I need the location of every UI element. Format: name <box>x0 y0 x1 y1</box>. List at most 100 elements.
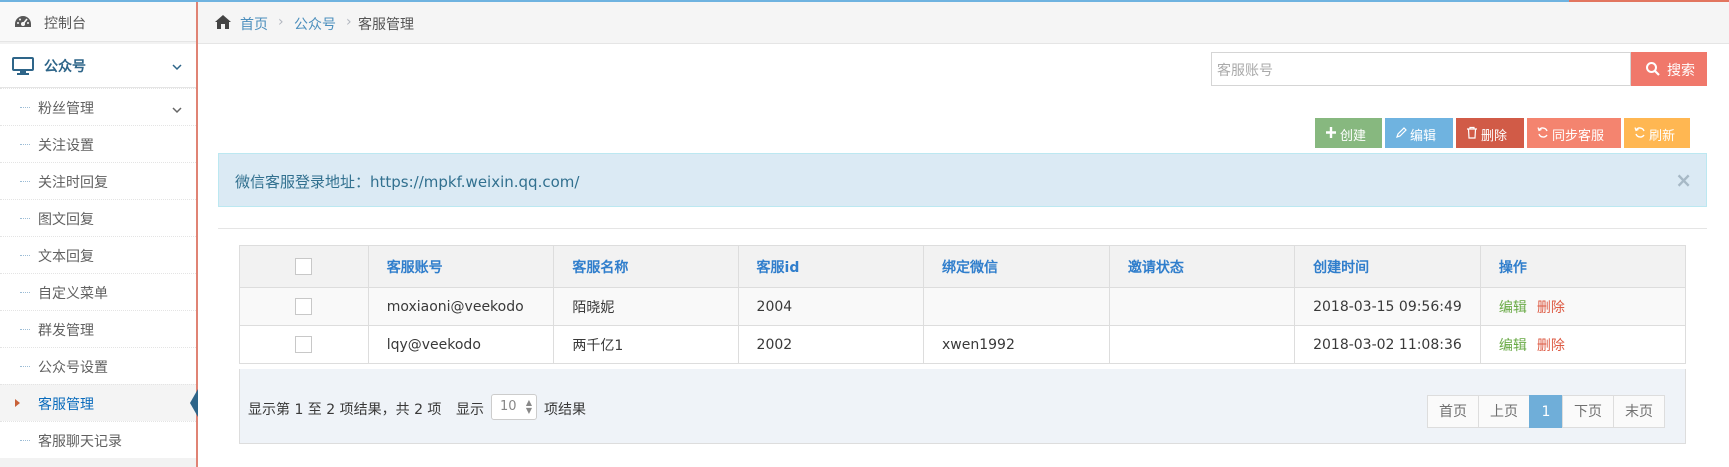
sidebar-subitem-label: 关注时回复 <box>38 175 108 191</box>
sidebar-subitem-custom-menu[interactable]: 自定义菜单 <box>0 273 196 310</box>
sidebar-subitem-label: 客服管理 <box>38 397 94 413</box>
sync-button[interactable]: 同步客服 <box>1527 118 1621 148</box>
tree-dash <box>20 107 30 108</box>
page-size-label: 显示 <box>456 402 484 418</box>
cell-invite-status <box>1108 287 1296 326</box>
sidebar-subitem-chat-records[interactable]: 客服聊天记录 <box>0 421 196 458</box>
sidebar-subitem-news-reply[interactable]: 图文回复 <box>0 199 196 236</box>
sidebar-subitem-account-settings[interactable]: 公众号设置 <box>0 347 196 384</box>
select-all-checkbox[interactable] <box>295 258 313 275</box>
row-select-cell <box>239 287 369 326</box>
cell-id: 2004 <box>737 287 925 326</box>
column-header-invite-status[interactable]: 邀请状态 <box>1108 245 1296 288</box>
tree-dash <box>20 329 30 330</box>
page-last[interactable]: 末页 <box>1613 395 1665 428</box>
page-current[interactable]: 1 <box>1529 395 1563 428</box>
info-alert: 微信客服登录地址：https://mpkf.weixin.qq.com/ × <box>218 153 1707 207</box>
search-button-label: 搜索 <box>1667 63 1695 79</box>
cell-name: 两千亿1 <box>553 325 739 364</box>
sidebar-item-official-account[interactable]: 公众号 <box>0 44 196 88</box>
chevron-down-icon <box>172 60 182 71</box>
search-icon <box>1645 61 1661 77</box>
sidebar-item-label: 控制台 <box>44 16 86 32</box>
breadcrumb-separator: › <box>346 14 352 30</box>
column-header-account[interactable]: 客服账号 <box>367 245 555 288</box>
page-size-select[interactable]: 10 ▲ ▼ <box>491 394 537 420</box>
row-checkbox[interactable] <box>295 298 313 315</box>
sidebar-subitem-label: 图文回复 <box>38 212 94 228</box>
row-delete-link[interactable]: 删除 <box>1537 338 1565 354</box>
tree-dash <box>20 292 30 293</box>
active-caret-icon <box>15 399 20 407</box>
row-delete-link[interactable]: 删除 <box>1537 300 1565 316</box>
delete-button-label: 删除 <box>1481 129 1508 144</box>
sidebar-subitem-label: 公众号设置 <box>38 360 108 376</box>
close-icon[interactable]: × <box>1675 168 1692 192</box>
sidebar-subitem-text-reply[interactable]: 文本回复 <box>0 236 196 273</box>
edit-button[interactable]: 编辑 <box>1385 118 1453 148</box>
create-button-label: 创建 <box>1340 129 1367 144</box>
alert-text: 微信客服登录地址：https://mpkf.weixin.qq.com/ <box>235 173 580 191</box>
row-checkbox[interactable] <box>295 336 313 353</box>
page-next[interactable]: 下页 <box>1562 395 1614 428</box>
breadcrumb-current: 客服管理 <box>358 17 414 33</box>
select-arrows-icon: ▲ ▼ <box>525 398 532 415</box>
sidebar-subitem-mass-send[interactable]: 群发管理 <box>0 310 196 347</box>
cell-account: lqy@veekodo <box>367 325 555 364</box>
trash-icon <box>1466 126 1478 139</box>
cell-created: 2018-03-02 11:08:36 <box>1294 325 1481 364</box>
results-label: 项结果 <box>544 402 586 418</box>
tree-dash <box>20 144 30 145</box>
cell-id: 2002 <box>737 325 925 364</box>
row-edit-link[interactable]: 编辑 <box>1499 300 1527 316</box>
sidebar-subitem-customer-service[interactable]: 客服管理 <box>0 384 198 421</box>
sidebar-subitem-follow-settings[interactable]: 关注设置 <box>0 125 196 162</box>
sidebar-subitem-follow-reply[interactable]: 关注时回复 <box>0 162 196 199</box>
edit-button-label: 编辑 <box>1410 129 1437 144</box>
dashboard-icon <box>14 14 32 30</box>
cell-invite-status <box>1108 325 1296 364</box>
tree-dash <box>20 218 30 219</box>
row-select-cell <box>239 325 369 364</box>
search-input[interactable]: 客服账号 <box>1211 52 1631 86</box>
column-header-name[interactable]: 客服名称 <box>553 245 739 288</box>
table-row: lqy@veekodo 两千亿1 2002 xwen1992 2018-03-0… <box>239 325 1687 364</box>
sidebar-subitem-label: 群发管理 <box>38 323 94 339</box>
sidebar-subitem-label: 客服聊天记录 <box>38 434 122 450</box>
page-first[interactable]: 首页 <box>1427 395 1479 428</box>
pencil-icon <box>1395 126 1407 139</box>
sync-icon <box>1537 126 1549 139</box>
row-edit-link[interactable]: 编辑 <box>1499 338 1527 354</box>
chevron-down-icon <box>172 103 182 114</box>
cell-actions: 编辑 删除 <box>1479 325 1687 364</box>
create-button[interactable]: 创建 <box>1315 118 1382 148</box>
breadcrumb-home-link[interactable]: 首页 <box>240 14 268 34</box>
divider <box>218 228 1707 229</box>
sidebar-subitem-fans[interactable]: 粉丝管理 <box>0 88 196 125</box>
column-header-wechat[interactable]: 绑定微信 <box>923 245 1110 288</box>
refresh-button[interactable]: 刷新 <box>1624 118 1690 148</box>
page-prev[interactable]: 上页 <box>1478 395 1530 428</box>
cell-wechat: xwen1992 <box>923 325 1110 364</box>
table-header-row: 客服账号 客服名称 客服id 绑定微信 邀请状态 创建时间 操作 <box>239 245 1687 288</box>
delete-button[interactable]: 删除 <box>1456 118 1524 148</box>
home-icon[interactable] <box>214 14 232 30</box>
search-button[interactable]: 搜索 <box>1631 52 1707 86</box>
pagination: 首页 上页 1 下页 末页 <box>1427 395 1665 428</box>
tree-dash <box>20 255 30 256</box>
column-header-id[interactable]: 客服id <box>737 245 925 288</box>
column-header-actions: 操作 <box>1479 245 1687 288</box>
tree-dash <box>20 181 30 182</box>
column-header-created[interactable]: 创建时间 <box>1294 245 1481 288</box>
table-footer: 显示第 1 至 2 项结果，共 2 项 显示 10 ▲ ▼ 项结果 首页 上页 1… <box>239 369 1686 444</box>
sidebar-subitem-label: 关注设置 <box>38 138 94 154</box>
sidebar-subitem-label: 自定义菜单 <box>38 286 108 302</box>
breadcrumb-section-link[interactable]: 公众号 <box>294 14 336 34</box>
table-row: moxiaoni@veekodo 陌晓妮 2004 2018-03-15 09:… <box>239 287 1687 326</box>
cell-created: 2018-03-15 09:56:49 <box>1294 287 1481 326</box>
refresh-icon <box>1634 126 1646 139</box>
sidebar-item-dashboard[interactable]: 控制台 <box>0 2 196 42</box>
cell-account: moxiaoni@veekodo <box>367 287 555 326</box>
desktop-icon <box>12 57 34 75</box>
breadcrumb-separator: › <box>278 14 284 30</box>
